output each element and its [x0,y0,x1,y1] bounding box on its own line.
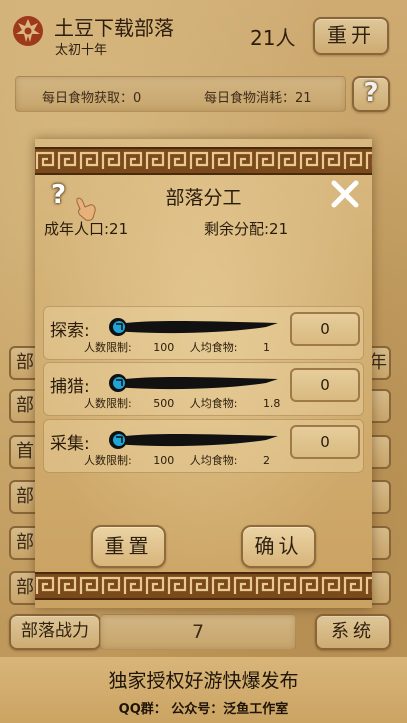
footer: 独家授权好游快爆发布 QQ群： 公众号：泛鱼工作室 [0,657,407,723]
footer-contact: QQ群： 公众号：泛鱼工作室 [118,702,289,717]
confirm-button[interactable]: 确认 [241,525,316,568]
job-count-input[interactable]: 0 [290,425,360,459]
job-count-input[interactable]: 0 [290,312,360,346]
job-name: 捕猎: [50,377,90,397]
job-name: 探索: [50,321,90,341]
food-label: 人均食物: [189,454,238,467]
job-stats: 人数限制: 100 人均食物: 1 [84,339,270,355]
remaining-allocation: 剩余分配:21 [204,220,289,238]
job-stats: 人数限制: 500 人均食物: 1.8 [84,395,280,411]
reset-button[interactable]: 重置 [91,525,166,568]
job-name: 采集: [50,434,90,454]
job-row-hunt: 捕猎: 人数限制: 500 人均食物: 1.8 0 [43,362,364,416]
food-label: 人均食物: [189,397,238,410]
limit-value: 500 [153,397,175,410]
food-value: 2 [262,454,270,467]
footer-publisher: 独家授权好游快爆发布 [108,670,299,692]
close-icon[interactable] [328,177,362,211]
job-row-explore: 探索: 人数限制: 100 人均食物: 1 0 [43,306,364,360]
job-stats: 人数限制: 100 人均食物: 2 [84,452,270,468]
job-count-input[interactable]: 0 [290,368,360,402]
job-slider[interactable] [106,367,281,397]
food-value: 1 [262,341,270,354]
adult-population: 成年人口:21 [44,220,129,238]
limit-label: 人数限制: [84,341,132,354]
meander-border-bottom [35,572,372,600]
limit-label: 人数限制: [84,454,132,467]
food-label: 人均食物: [189,341,238,354]
meander-border-top [35,147,372,175]
job-slider[interactable] [106,311,281,341]
food-value: 1.8 [262,397,281,410]
job-row-gather: 采集: 人数限制: 100 人均食物: 2 0 [43,419,364,473]
limit-value: 100 [153,454,175,467]
limit-value: 100 [153,341,175,354]
job-slider[interactable] [106,424,281,454]
limit-label: 人数限制: [84,397,132,410]
